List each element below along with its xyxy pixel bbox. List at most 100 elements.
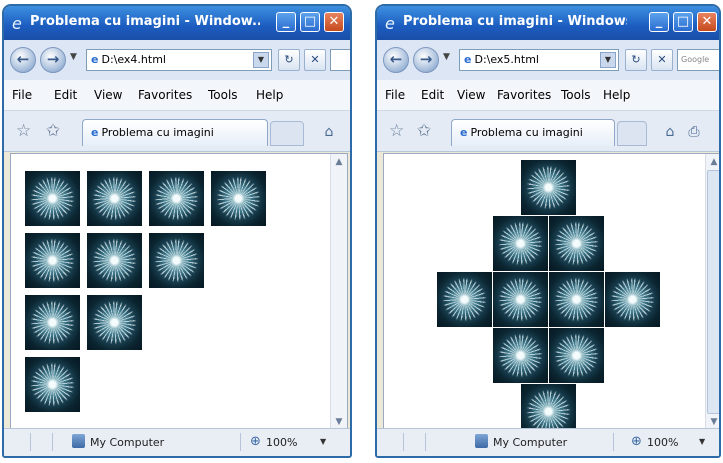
window-title: Problema cu imagini - Window... <box>30 14 260 29</box>
stop-icon[interactable]: ✕ <box>651 49 673 71</box>
flower-image <box>521 384 576 430</box>
menu-help[interactable]: Help <box>603 88 630 102</box>
zoom-dropdown-icon[interactable]: ▼ <box>699 437 705 446</box>
search-field[interactable]: Google <box>677 49 719 71</box>
back-arrow-icon[interactable]: ← <box>10 47 36 73</box>
menu-edit[interactable]: Edit <box>54 88 77 102</box>
scroll-thumb[interactable] <box>707 170 719 414</box>
flower-image <box>493 328 548 383</box>
address-toolbar: ← → ▼ e D:\ex5.html ▼ ↻ ✕ Google <box>377 40 719 80</box>
favorites-star-icon[interactable]: ☆ <box>389 121 404 141</box>
maximize-button[interactable]: □ <box>673 12 693 32</box>
scroll-up-icon[interactable]: ▲ <box>331 154 347 170</box>
address-dropdown-icon[interactable]: ▼ <box>600 52 616 68</box>
home-icon[interactable]: ⌂ <box>318 121 340 143</box>
address-field[interactable]: e D:\ex5.html ▼ <box>459 49 619 71</box>
menu-view[interactable]: View <box>457 88 485 102</box>
maximize-button[interactable]: □ <box>300 12 320 32</box>
ie-logo-icon: e <box>12 14 22 33</box>
address-field[interactable]: e D:\ex4.html ▼ <box>86 49 272 71</box>
refresh-icon[interactable]: ↻ <box>625 49 647 71</box>
flower-image <box>25 357 80 412</box>
menu-help[interactable]: Help <box>256 88 283 102</box>
close-button[interactable]: ✕ <box>697 12 717 32</box>
scroll-up-icon[interactable]: ▲ <box>706 154 719 170</box>
zoom-dropdown-icon[interactable]: ▼ <box>320 437 326 446</box>
minimize-button[interactable]: _ <box>649 12 669 32</box>
menu-bar: File Edit View Favorites Tools Help <box>4 80 350 111</box>
flower-image <box>493 216 548 271</box>
flower-image <box>493 272 548 327</box>
status-bar: My Computer ⊕ 100% ▼ <box>4 428 350 456</box>
menu-favorites[interactable]: Favorites <box>497 88 551 102</box>
tab-problema-cu-imagini[interactable]: e Problema cu imagini <box>82 119 268 146</box>
menu-tools[interactable]: Tools <box>561 88 591 102</box>
back-arrow-icon[interactable]: ← <box>383 47 409 73</box>
menu-favorites[interactable]: Favorites <box>138 88 192 102</box>
new-tab-button[interactable] <box>617 121 647 146</box>
new-tab-button[interactable] <box>270 121 304 146</box>
add-favorites-icon[interactable]: ✩ <box>46 121 60 141</box>
page-content: ▲ ▼ <box>10 153 348 431</box>
zoom-magnifier-icon[interactable]: ⊕ <box>631 434 642 449</box>
flower-image <box>149 171 204 226</box>
flower-image <box>605 272 660 327</box>
tab-label: Problema cu imagini <box>101 126 214 139</box>
menu-file[interactable]: File <box>385 88 405 102</box>
status-divider <box>613 433 614 451</box>
recent-pages-dropdown-icon[interactable]: ▼ <box>70 52 77 62</box>
status-divider <box>30 433 31 451</box>
favorites-star-icon[interactable]: ☆ <box>16 121 31 141</box>
menu-file[interactable]: File <box>12 88 32 102</box>
flower-image <box>549 328 604 383</box>
zoom-level[interactable]: 100% <box>647 436 678 449</box>
flower-image <box>549 272 604 327</box>
tab-problema-cu-imagini[interactable]: e Problema cu imagini <box>451 119 615 146</box>
flower-image <box>149 233 204 288</box>
title-bar[interactable]: e Problema cu imagini - Window... _ □ ✕ <box>4 6 350 40</box>
vertical-scrollbar[interactable]: ▲ ▼ <box>705 154 719 430</box>
title-bar[interactable]: e Problema cu imagini - Windows Inter...… <box>377 6 719 40</box>
status-bar: My Computer ⊕ 100% ▼ <box>377 428 719 456</box>
page-icon: e <box>91 126 99 139</box>
flower-image <box>211 171 266 226</box>
add-favorites-icon[interactable]: ✩ <box>417 121 431 141</box>
forward-arrow-icon[interactable]: → <box>40 47 66 73</box>
menu-tools[interactable]: Tools <box>208 88 238 102</box>
refresh-icon[interactable]: ↻ <box>278 49 300 71</box>
recent-pages-dropdown-icon[interactable]: ▼ <box>443 52 450 62</box>
flower-image <box>25 171 80 226</box>
zoom-level[interactable]: 100% <box>266 436 297 449</box>
flower-image <box>25 233 80 288</box>
close-button[interactable]: ✕ <box>324 12 344 32</box>
ie-logo-icon: e <box>385 14 395 33</box>
home-icon[interactable]: ⌂ <box>659 121 681 143</box>
flower-image <box>87 233 142 288</box>
menu-bar: File Edit View Favorites Tools Help <box>377 80 719 111</box>
browser-window-ex4: e Problema cu imagini - Window... _ □ ✕ … <box>2 4 352 458</box>
page-icon: e <box>460 126 468 139</box>
flower-image <box>25 295 80 350</box>
flower-image <box>87 295 142 350</box>
security-zone-label: My Computer <box>493 436 568 449</box>
minimize-button[interactable]: _ <box>276 12 296 32</box>
menu-view[interactable]: View <box>94 88 122 102</box>
address-dropdown-icon[interactable]: ▼ <box>253 52 269 68</box>
print-icon[interactable]: ⎙ <box>683 121 705 143</box>
my-computer-icon <box>475 434 488 448</box>
forward-arrow-icon[interactable]: → <box>413 47 439 73</box>
flower-image <box>549 216 604 271</box>
menu-edit[interactable]: Edit <box>421 88 444 102</box>
page-icon: e <box>464 53 472 66</box>
zoom-magnifier-icon[interactable]: ⊕ <box>250 434 261 449</box>
vertical-scrollbar[interactable]: ▲ ▼ <box>330 154 347 430</box>
tab-bar: ☆ ✩ e Problema cu imagini ⌂ <box>4 111 350 152</box>
page-content: ▲ ▼ <box>383 153 719 431</box>
tab-label: Problema cu imagini <box>470 126 583 139</box>
search-field[interactable] <box>330 49 350 71</box>
page-icon: e <box>91 53 99 66</box>
stop-icon[interactable]: ✕ <box>304 49 326 71</box>
flower-image <box>87 171 142 226</box>
tab-bar: ☆ ✩ e Problema cu imagini ⌂ ⎙ <box>377 111 719 152</box>
address-value: D:\ex5.html <box>474 53 539 66</box>
